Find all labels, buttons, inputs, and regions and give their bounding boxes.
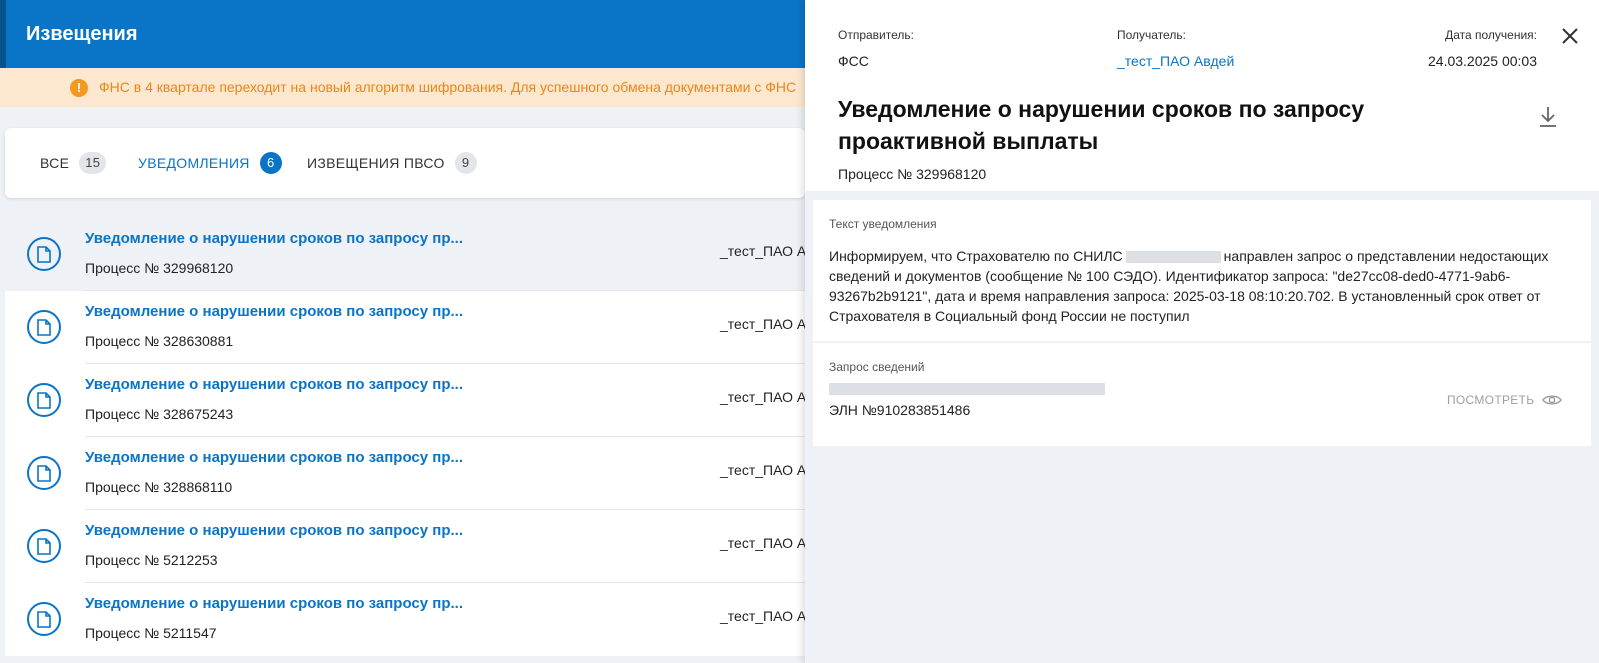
list-item-title[interactable]: Уведомление о нарушении сроков по запрос… — [85, 449, 463, 466]
tab-pvso[interactable]: ИЗВЕЩЕНИЯ ПВСО 9 — [307, 152, 477, 174]
list-item[interactable]: Уведомление о нарушении сроков по запрос… — [5, 583, 814, 656]
view-button[interactable]: ПОСМОТРЕТЬ — [1447, 393, 1563, 407]
redacted-request-name — [829, 383, 1105, 395]
date-label: Дата получения: — [1445, 28, 1537, 42]
list-item-process: Процесс № 328630881 — [85, 333, 234, 349]
list-item-title[interactable]: Уведомление о нарушении сроков по запрос… — [85, 230, 463, 247]
list-item-process: Процесс № 328868110 — [85, 479, 233, 495]
tab-notifications-count: 6 — [259, 152, 282, 174]
list-item-org: _тест_ПАО Ав — [720, 243, 814, 259]
detail-process: Процесс № 329968120 — [838, 166, 987, 182]
sender-label: Отправитель: — [838, 28, 914, 42]
list-item-process: Процесс № 329968120 — [85, 260, 234, 276]
request-label: Запрос сведений — [829, 360, 925, 374]
list-item-org: _тест_ПАО Ав — [720, 535, 814, 551]
eye-icon — [1542, 395, 1563, 405]
list-item-org: _тест_ПАО Ав — [720, 462, 814, 478]
document-icon — [27, 237, 61, 271]
notification-detail-panel: Отправитель: ФСС Получатель: _тест_ПАО А… — [805, 0, 1599, 663]
recipient-link[interactable]: _тест_ПАО Авдей — [1117, 53, 1234, 69]
list-item-process: Процесс № 5212253 — [85, 552, 218, 568]
redacted-snils — [1125, 251, 1221, 264]
list-item-title[interactable]: Уведомление о нарушении сроков по запрос… — [85, 595, 463, 612]
list-item-org: _тест_ПАО Ав — [720, 389, 814, 405]
tab-all-count: 15 — [79, 152, 107, 174]
request-card: Запрос сведений ЭЛН №910283851486 ПОСМОТ… — [813, 343, 1591, 446]
list-item[interactable]: Уведомление о нарушении сроков по запрос… — [5, 291, 814, 364]
list-item-process: Процесс № 328675243 — [85, 406, 234, 422]
tab-pvso-count: 9 — [454, 152, 477, 174]
tab-notifications[interactable]: УВЕДОМЛЕНИЯ 6 — [138, 152, 282, 174]
tab-all[interactable]: ВСЕ 15 — [40, 152, 107, 174]
eln-number: ЭЛН №910283851486 — [829, 402, 971, 418]
notification-list: Уведомление о нарушении сроков по запрос… — [5, 218, 814, 656]
list-item-org: _тест_ПАО Ав — [720, 608, 814, 624]
list-item[interactable]: Уведомление о нарушении сроков по запрос… — [5, 510, 814, 583]
detail-header: Отправитель: ФСС Получатель: _тест_ПАО А… — [805, 0, 1599, 191]
list-item-title[interactable]: Уведомление о нарушении сроков по запрос… — [85, 303, 463, 320]
page-title: Извещения — [26, 23, 138, 45]
page-header: Извещения — [0, 0, 805, 68]
sender-value: ФСС — [838, 53, 869, 69]
tab-pvso-label: ИЗВЕЩЕНИЯ ПВСО — [307, 155, 445, 171]
alert-text: ФНС в 4 квартале переходит на новый алго… — [99, 79, 797, 95]
document-icon — [27, 383, 61, 417]
detail-title: Уведомление о нарушении сроков по запрос… — [838, 96, 1365, 154]
warning-icon: ! — [70, 79, 88, 97]
document-icon — [27, 456, 61, 490]
list-item-title[interactable]: Уведомление о нарушении сроков по запрос… — [85, 376, 463, 393]
list-item[interactable]: Уведомление о нарушении сроков по запрос… — [5, 364, 814, 437]
list-item-title[interactable]: Уведомление о нарушении сроков по запрос… — [85, 522, 463, 539]
close-icon[interactable] — [1560, 26, 1580, 46]
notice-text: Информируем, что Страхователю по СНИЛС на… — [829, 248, 1549, 324]
tab-notifications-label: УВЕДОМЛЕНИЯ — [138, 155, 250, 171]
list-item[interactable]: Уведомление о нарушении сроков по запрос… — [5, 437, 814, 510]
recipient-label: Получатель: — [1117, 28, 1186, 42]
notice-text-label: Текст уведомления — [829, 217, 937, 231]
document-icon — [27, 310, 61, 344]
notice-text-card: Текст уведомления Информируем, что Страх… — [813, 200, 1591, 341]
view-button-label: ПОСМОТРЕТЬ — [1447, 393, 1535, 407]
download-icon[interactable] — [1538, 105, 1558, 129]
filter-tabs: ВСЕ 15 УВЕДОМЛЕНИЯ 6 ИЗВЕЩЕНИЯ ПВСО 9 — [5, 128, 805, 198]
document-icon — [27, 529, 61, 563]
date-value: 24.03.2025 00:03 — [1428, 53, 1537, 69]
list-item[interactable]: Уведомление о нарушении сроков по запрос… — [5, 218, 814, 291]
list-item-process: Процесс № 5211547 — [85, 625, 217, 641]
document-icon — [27, 602, 61, 636]
encryption-alert-banner: ! ФНС в 4 квартале переходит на новый ал… — [0, 68, 805, 107]
list-item-org: _тест_ПАО Ав — [720, 316, 814, 332]
tab-all-label: ВСЕ — [40, 155, 70, 171]
